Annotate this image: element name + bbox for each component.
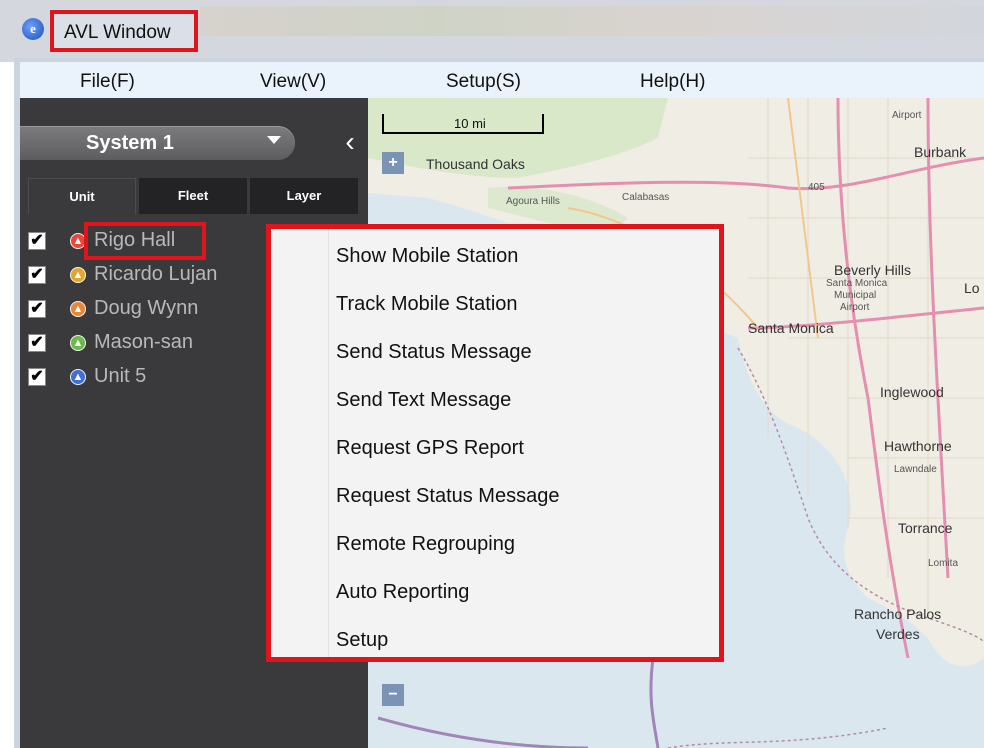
menu-show-mobile-station[interactable]: Show Mobile Station (336, 245, 518, 268)
panel-tabs: Unit Fleet Layer (28, 178, 358, 214)
menu-send-status-message[interactable]: Send Status Message (336, 341, 532, 364)
zoom-in-button[interactable]: + (382, 152, 404, 174)
map-label: Lo (964, 280, 980, 296)
map-scale-bar: 10 mi (382, 114, 544, 134)
menu-setup[interactable]: Setup(S) (446, 71, 521, 93)
menu-auto-reporting[interactable]: Auto Reporting (336, 581, 469, 604)
map-label: Municipal (834, 290, 877, 301)
zoom-out-button[interactable]: − (382, 684, 404, 706)
map-label: Airport (892, 110, 922, 121)
system-select[interactable]: System 1 (20, 126, 295, 160)
window-title-highlight: AVL Window (50, 10, 198, 52)
unit-status-icon: ▲ (70, 301, 86, 317)
map-label: Airport (840, 302, 870, 313)
unit-name: Unit 5 (94, 365, 147, 387)
map-label: Beverly Hills (834, 262, 912, 278)
menu-help[interactable]: Help(H) (640, 71, 705, 93)
map-label: Inglewood (880, 384, 944, 400)
map-label: Hawthorne (884, 438, 952, 454)
map-label: Santa Monica (748, 320, 834, 336)
map-scale-label: 10 mi (454, 116, 486, 131)
menu-request-status-message[interactable]: Request Status Message (336, 485, 559, 508)
selected-unit-highlight (84, 222, 206, 260)
map-label: Rancho Palos (854, 606, 942, 622)
map-label: Burbank (914, 144, 967, 160)
unit-checkbox[interactable]: ✔ (28, 368, 46, 386)
menu-bar: File(F) View(V) Setup(S) Help(H) (20, 62, 984, 98)
map-label: Calabasas (622, 192, 670, 203)
menu-request-gps-report[interactable]: Request GPS Report (336, 437, 524, 460)
avl-logo-icon[interactable]: e (22, 18, 44, 40)
map-label: Santa Monica (826, 278, 888, 289)
title-bar-background (200, 6, 984, 36)
map-label: Torrance (898, 520, 953, 536)
unit-name: Ricardo Lujan (94, 263, 218, 285)
tab-unit[interactable]: Unit (28, 178, 136, 214)
unit-checkbox[interactable]: ✔ (28, 334, 46, 352)
menu-file[interactable]: File(F) (80, 71, 135, 93)
tab-layer[interactable]: Layer (250, 178, 358, 214)
menu-remote-regrouping[interactable]: Remote Regrouping (336, 533, 515, 556)
title-bar: e AVL Window (0, 0, 984, 62)
unit-checkbox[interactable]: ✔ (28, 232, 46, 250)
menu-send-text-message[interactable]: Send Text Message (336, 389, 511, 412)
menu-view[interactable]: View(V) (260, 71, 326, 93)
unit-status-icon: ▲ (70, 267, 86, 283)
context-menu-gutter (328, 229, 329, 657)
tab-fleet[interactable]: Fleet (139, 178, 247, 214)
system-select-value: System 1 (86, 132, 174, 154)
chevron-down-icon (267, 136, 281, 144)
unit-status-icon: ▲ (70, 335, 86, 351)
context-menu: Show Mobile Station Track Mobile Station… (266, 224, 724, 662)
menu-setup[interactable]: Setup (336, 629, 388, 652)
map-label: 405 (808, 182, 825, 193)
chevron-left-icon[interactable]: ‹ (340, 128, 360, 156)
unit-name: Mason-san (94, 331, 193, 353)
map-label: Agoura Hills (506, 196, 560, 207)
map-label: Verdes (876, 626, 920, 642)
map-label: Lomita (928, 558, 959, 569)
map-label: Lawndale (894, 464, 937, 475)
unit-name: Doug Wynn (94, 297, 199, 319)
unit-status-icon: ▲ (70, 369, 86, 385)
window-title: AVL Window (64, 22, 171, 43)
unit-checkbox[interactable]: ✔ (28, 300, 46, 318)
menu-track-mobile-station[interactable]: Track Mobile Station (336, 293, 518, 316)
unit-checkbox[interactable]: ✔ (28, 266, 46, 284)
map-label: Thousand Oaks (426, 156, 525, 172)
